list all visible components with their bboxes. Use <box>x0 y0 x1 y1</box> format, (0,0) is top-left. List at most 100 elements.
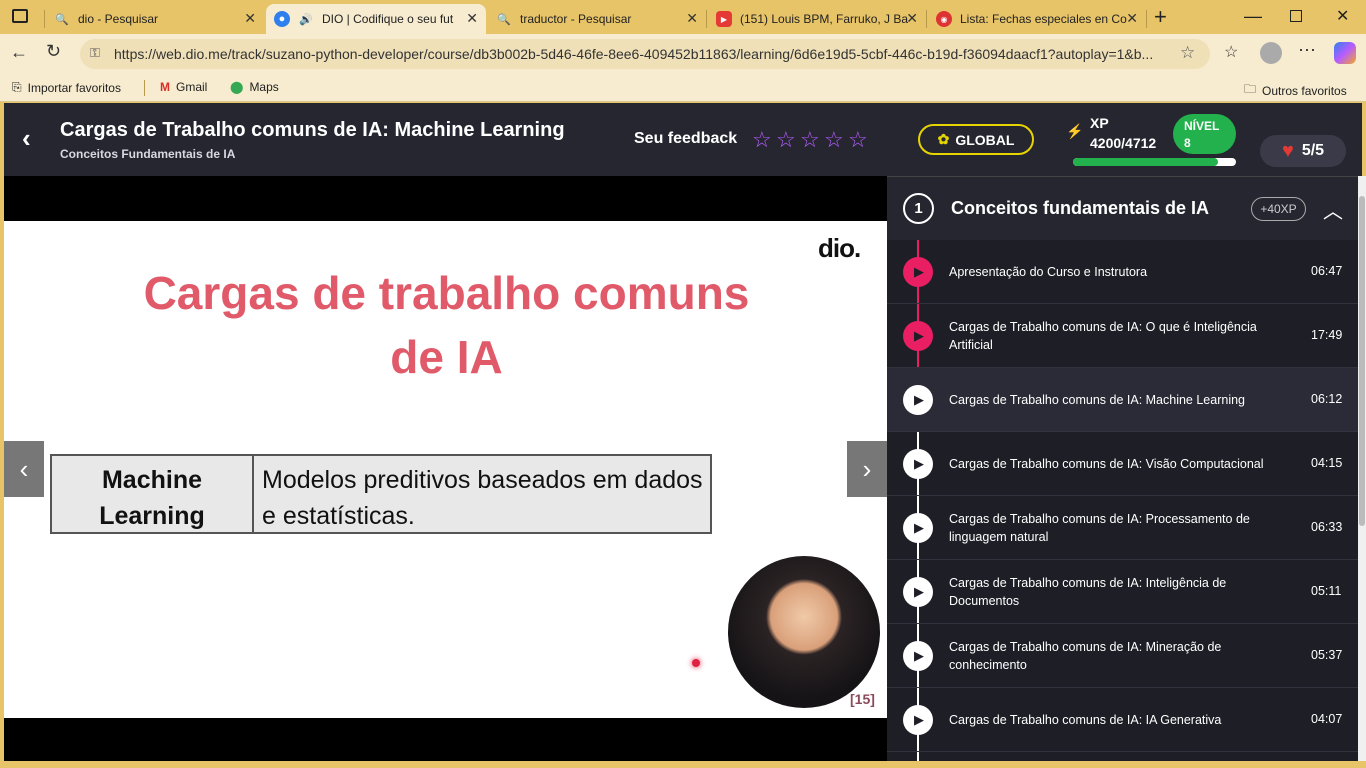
xp-label: XP <box>1090 115 1109 131</box>
star-icon[interactable]: ☆ <box>824 127 844 153</box>
browser-tab-5[interactable]: ◉ Lista: Fechas especiales en Co ✕ <box>928 4 1146 34</box>
lightning-icon: ⚡ <box>1066 123 1084 139</box>
tab-title: (151) Louis BPM, Farruko, J Ba <box>740 12 909 26</box>
course-sidebar: 1 Conceitos fundamentais de IA +40XP ︿ ▶… <box>887 176 1362 761</box>
lesson-item[interactable]: ▶ Cargas de Trabalho comuns de IA: Miner… <box>887 624 1362 688</box>
lesson-title: Cargas de Trabalho comuns de IA: IA Gene… <box>949 713 1222 727</box>
copilot-icon[interactable] <box>1334 42 1356 64</box>
lesson-duration: 17:49 <box>1311 328 1343 342</box>
play-icon: ▶ <box>903 577 933 607</box>
browser-tab-2[interactable]: ● 🔊 DIO | Codifique o seu fut ✕ <box>266 4 486 34</box>
module-number: 1 <box>903 193 934 224</box>
page-content: ‹ Cargas de Trabalho comuns de IA: Machi… <box>4 103 1362 761</box>
maximize-icon[interactable] <box>1290 10 1302 22</box>
menu-icon[interactable]: ⋯ <box>1298 40 1316 61</box>
close-icon[interactable]: ✕ <box>906 10 918 27</box>
sparkle-icon: ✿ <box>937 131 950 147</box>
lesson-duration: 06:12 <box>1311 392 1343 406</box>
profile-avatar[interactable] <box>1260 42 1282 64</box>
slide-title-line: Cargas de trabalho comuns <box>143 267 750 319</box>
folder-icon: 🗀 <box>1244 82 1257 96</box>
browser-tab-4[interactable]: ▶ (151) Louis BPM, Farruko, J Ba ✕ <box>708 4 926 34</box>
lesson-title: Cargas de Trabalho comuns de IA: Machine… <box>60 119 565 141</box>
previous-lesson-button[interactable]: ‹ <box>4 441 44 497</box>
star-icon[interactable]: ☆ <box>848 127 868 153</box>
bookmark-other-favorites[interactable]: 🗀 Outros favoritos <box>1244 80 1347 101</box>
speaker-icon[interactable]: 🔊 <box>298 11 314 27</box>
play-icon: ▶ <box>903 513 933 543</box>
chevron-up-icon[interactable]: ︿ <box>1323 195 1343 224</box>
lesson-title: Apresentação do Curso e Instrutora <box>949 265 1148 279</box>
bookmark-gmail[interactable]: M Gmail <box>160 80 207 94</box>
favorites-icon[interactable]: ☆ <box>1224 42 1238 62</box>
reload-icon[interactable]: ↻ <box>46 41 61 62</box>
lesson-title: Cargas de Trabalho comuns de IA: Process… <box>949 512 1250 544</box>
lesson-item[interactable]: ▶ Apresentação do Curso e Instrutora 06:… <box>887 240 1362 304</box>
lesson-duration: 05:37 <box>1311 648 1343 662</box>
play-icon: ▶ <box>903 641 933 671</box>
lives-value: 5/5 <box>1301 142 1325 159</box>
lesson-duration: 04:15 <box>1311 456 1343 470</box>
slide-title: Cargas de trabalho comuns de IA <box>104 261 789 389</box>
new-tab-icon[interactable]: + <box>1154 4 1167 30</box>
star-icon[interactable]: ☆ <box>800 127 820 153</box>
lesson-item[interactable]: ▶ Cargas de Trabalho comuns de IA: Intel… <box>887 560 1362 624</box>
chevron-left-icon: ‹ <box>19 453 29 484</box>
close-icon[interactable]: ✕ <box>466 10 478 27</box>
scrollbar-thumb[interactable] <box>1359 196 1365 526</box>
bookmark-star-icon[interactable]: ☆ <box>1180 43 1195 63</box>
minimize-icon[interactable]: — <box>1244 6 1262 27</box>
star-icon[interactable]: ☆ <box>776 127 796 153</box>
close-icon[interactable]: ✕ <box>686 10 698 27</box>
module-header[interactable]: 1 Conceitos fundamentais de IA +40XP ︿ <box>887 176 1362 240</box>
bookmark-import[interactable]: ⎘ Importar favoritos <box>12 80 121 95</box>
lives-counter: ♥ 5/5 <box>1260 135 1346 167</box>
page-scrollbar[interactable] <box>1358 176 1366 766</box>
presenter-video <box>728 556 880 708</box>
window-close-icon[interactable]: ✕ <box>1336 6 1349 26</box>
tab-actions-icon[interactable] <box>12 9 28 23</box>
play-icon: ▶ <box>903 257 933 287</box>
tab-title: traductor - Pesquisar <box>520 12 632 26</box>
tab-separator <box>926 10 927 28</box>
level-value: 8 <box>1184 136 1191 150</box>
bookmark-maps[interactable]: ⬤ Maps <box>230 80 279 94</box>
close-icon[interactable]: ✕ <box>244 10 256 27</box>
bookmark-label: Importar favoritos <box>27 80 121 95</box>
lesson-subtitle: Conceitos Fundamentais de IA <box>60 147 236 161</box>
close-icon[interactable]: ✕ <box>1126 10 1138 27</box>
lesson-title: Cargas de Trabalho comuns de IA: O que é… <box>949 320 1257 352</box>
lesson-header: ‹ Cargas de Trabalho comuns de IA: Machi… <box>4 103 1362 176</box>
feedback-label: Seu feedback <box>634 130 738 147</box>
star-icon[interactable]: ☆ <box>752 127 772 153</box>
lesson-duration: 06:47 <box>1311 264 1343 278</box>
play-icon: ▶ <box>903 321 933 351</box>
lesson-item[interactable]: ▶ Cargas de Trabalho comuns de IA: Visão… <box>887 432 1362 496</box>
bookmark-label: Maps <box>249 80 279 94</box>
search-icon: 🔍 <box>55 13 69 26</box>
browser-tab-3[interactable]: 🔍 traductor - Pesquisar ✕ <box>488 4 706 34</box>
site-info-icon[interactable]: ⚿ <box>90 45 100 61</box>
video-player[interactable]: dio. Cargas de trabalho comuns de IA Mac… <box>4 221 887 718</box>
back-icon[interactable]: ← <box>10 42 28 63</box>
bookmark-separator <box>144 80 145 96</box>
bookmark-label: Outros favoritos <box>1262 83 1347 98</box>
chrome-icon: ◉ <box>936 11 952 27</box>
address-bar[interactable]: ⚿ https://web.dio.me/track/suzano-python… <box>80 39 1210 69</box>
dio-icon: ● <box>274 11 290 27</box>
global-ranking-button[interactable]: ✿ GLOBAL <box>918 124 1034 155</box>
url-text: https://web.dio.me/track/suzano-python-d… <box>114 46 1154 62</box>
lesson-item[interactable]: ▶ Cargas de Trabalho comuns de IA: Machi… <box>887 368 1362 432</box>
lesson-item[interactable]: ▶ Cargas de Trabalho comuns de IA: IA Ge… <box>887 688 1362 752</box>
lesson-item[interactable]: ▶ Cargas de Trabalho comuns de IA: O que… <box>887 304 1362 368</box>
browser-tab-1[interactable]: 🔍 dio - Pesquisar ✕ <box>46 4 264 34</box>
play-icon: ▶ <box>903 449 933 479</box>
xp-progress-bar <box>1073 158 1236 166</box>
bookmarks-bar: ⎘ Importar favoritos M Gmail ⬤ Maps 🗀 Ou… <box>0 74 1366 102</box>
lesson-item[interactable]: ▶ Cargas de Trabalho comuns de IA: Proce… <box>887 496 1362 560</box>
back-chevron-icon[interactable]: ‹ <box>22 123 31 154</box>
tab-title: dio - Pesquisar <box>78 12 159 26</box>
next-lesson-button[interactable]: › <box>847 441 887 497</box>
tab-title: DIO | Codifique o seu fut <box>322 12 454 26</box>
window-bottom-edge <box>0 761 1366 768</box>
